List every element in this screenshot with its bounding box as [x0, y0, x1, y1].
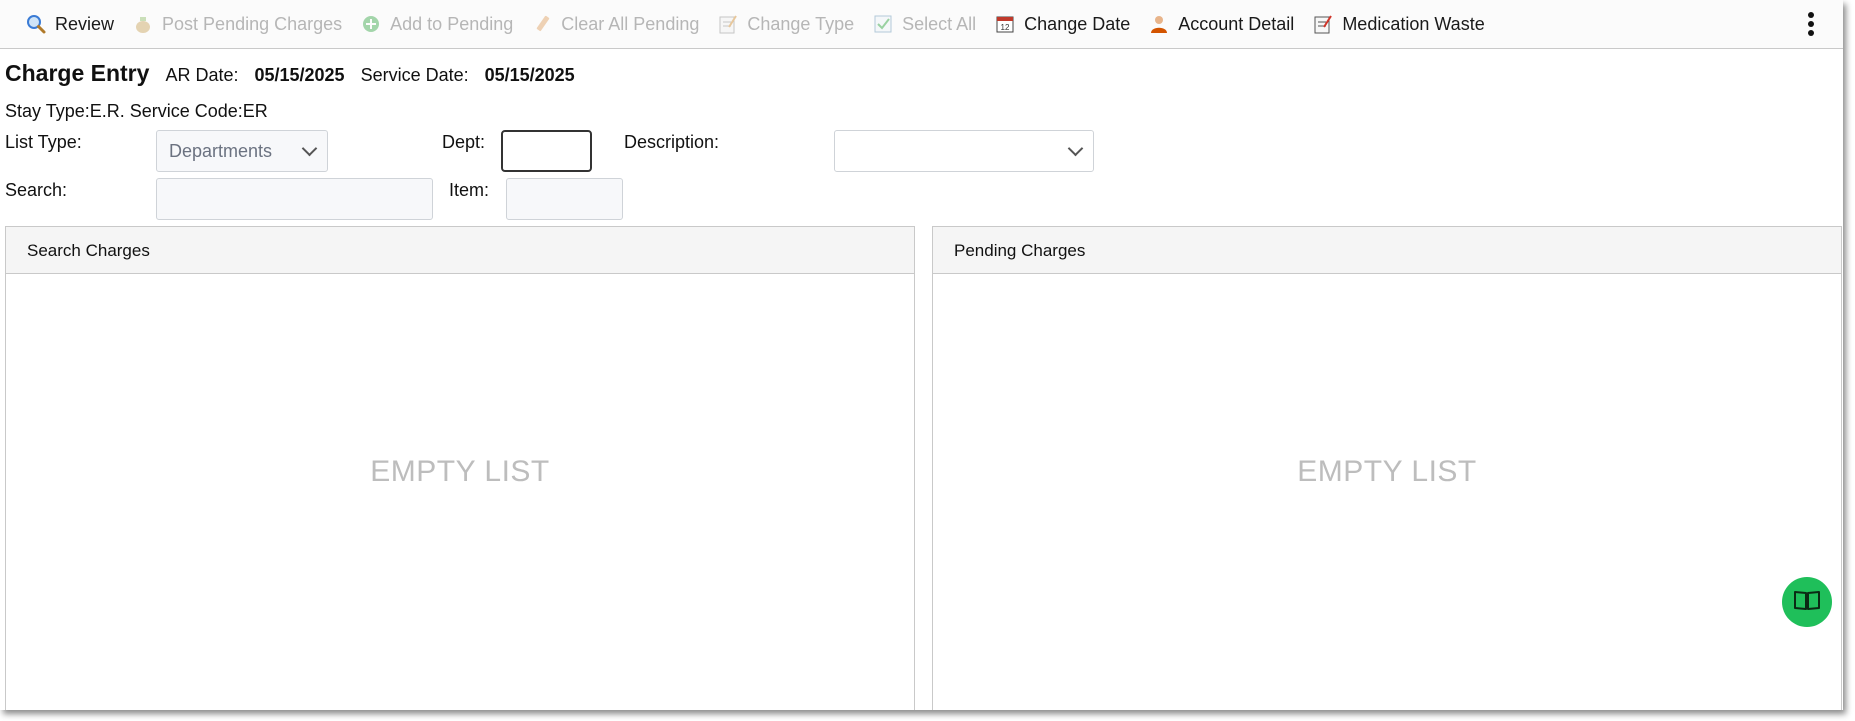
stay-type-line: Stay Type:E.R. Service Code:ER — [5, 101, 268, 121]
select-all-button[interactable]: Select All — [863, 0, 985, 48]
item-input[interactable] — [506, 178, 623, 220]
post-pending-charges-label: Post Pending Charges — [162, 13, 343, 34]
kebab-menu-icon[interactable] — [1807, 12, 1815, 36]
magnifier-icon — [25, 13, 47, 35]
add-to-pending-button[interactable]: Add to Pending — [351, 0, 522, 48]
add-to-pending-label: Add to Pending — [390, 13, 514, 34]
user-icon — [1148, 13, 1170, 35]
search-input[interactable] — [156, 178, 433, 220]
review-button[interactable]: Review — [16, 0, 123, 48]
eraser-icon — [531, 13, 553, 35]
item-label: Item: — [449, 180, 490, 200]
chevron-down-icon — [301, 140, 318, 157]
charge-entry-window: Review Post Pending Charges Add to Pendi… — [0, 0, 1843, 710]
dept-input[interactable] — [501, 130, 592, 172]
edit-note-icon — [1312, 13, 1334, 35]
book-icon — [1792, 588, 1822, 617]
medication-waste-button[interactable]: Medication Waste — [1303, 0, 1493, 48]
select-all-label: Select All — [902, 13, 977, 34]
list-type-select[interactable]: Departments — [156, 130, 328, 172]
dept-label: Dept: — [442, 132, 486, 152]
checkbox-icon — [872, 13, 894, 35]
account-detail-button[interactable]: Account Detail — [1139, 0, 1303, 48]
change-date-label: Change Date — [1024, 13, 1131, 34]
medication-waste-label: Medication Waste — [1342, 13, 1485, 34]
ar-date-label: AR Date: — [165, 65, 239, 85]
help-book-button[interactable] — [1782, 577, 1832, 627]
add-circle-icon — [360, 13, 382, 35]
search-charges-panel: Search Charges EMPTY LIST — [5, 226, 915, 710]
pending-charges-panel: Pending Charges EMPTY LIST — [932, 226, 1842, 710]
change-type-label: Change Type — [747, 13, 855, 34]
toolbar: Review Post Pending Charges Add to Pendi… — [0, 0, 1843, 49]
search-charges-header: Search Charges — [6, 227, 914, 274]
service-date-value: 05/15/2025 — [484, 65, 575, 85]
review-label: Review — [55, 13, 115, 34]
change-type-button[interactable]: Change Type — [708, 0, 863, 48]
clear-all-pending-button[interactable]: Clear All Pending — [522, 0, 708, 48]
svg-text:12: 12 — [1001, 23, 1010, 32]
chevron-down-icon — [1067, 140, 1084, 157]
account-detail-label: Account Detail — [1178, 13, 1295, 34]
ar-date-value: 05/15/2025 — [254, 65, 345, 85]
pending-charges-header: Pending Charges — [933, 227, 1841, 274]
header-row: Charge Entry AR Date: 05/15/2025 Service… — [5, 60, 591, 87]
change-date-button[interactable]: 12 Change Date — [985, 0, 1139, 48]
search-charges-empty-text: EMPTY LIST — [370, 455, 550, 488]
page-title: Charge Entry — [5, 60, 150, 86]
money-bag-icon — [132, 13, 154, 35]
search-label: Search: — [5, 180, 68, 200]
list-type-label: List Type: — [5, 132, 82, 152]
edit-note-icon — [717, 13, 739, 35]
description-select[interactable] — [834, 130, 1094, 172]
pending-charges-empty-text: EMPTY LIST — [1297, 455, 1477, 488]
list-type-value: Departments — [169, 141, 273, 161]
calendar-icon: 12 — [994, 13, 1016, 35]
clear-all-pending-label: Clear All Pending — [561, 13, 700, 34]
post-pending-charges-button[interactable]: Post Pending Charges — [123, 0, 351, 48]
service-date-label: Service Date: — [360, 65, 469, 85]
description-label: Description: — [624, 132, 720, 152]
